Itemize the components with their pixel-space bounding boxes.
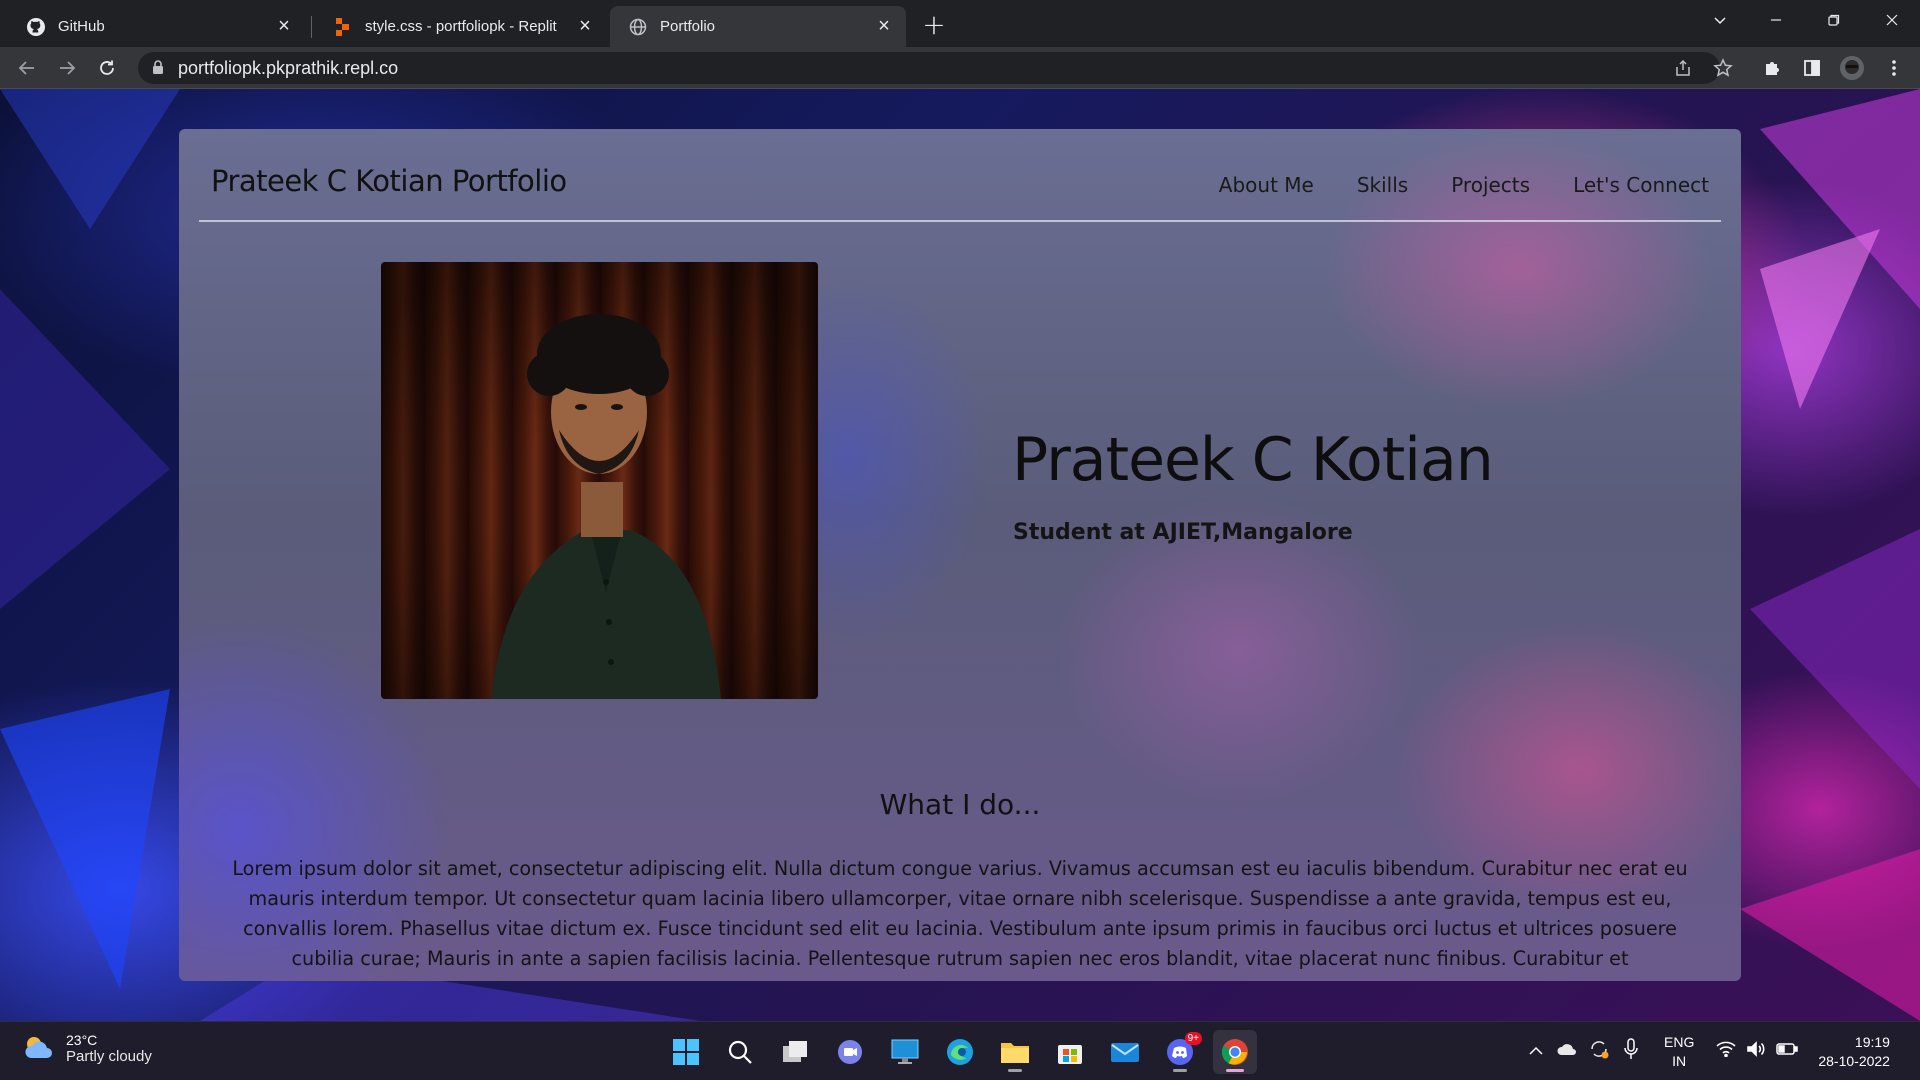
extensions-puzzle-icon[interactable] bbox=[1758, 54, 1786, 82]
system-tray: ENG IN 19:19 28-10-2022 bbox=[1528, 1022, 1890, 1080]
profile-avatar[interactable] bbox=[1838, 54, 1866, 82]
edge-icon[interactable] bbox=[938, 1030, 982, 1074]
close-window-icon[interactable] bbox=[1864, 0, 1920, 40]
region-code: IN bbox=[1672, 1052, 1687, 1069]
address-bar[interactable]: portfoliopk.pkprathik.repl.co bbox=[138, 52, 1720, 84]
globe-icon bbox=[628, 17, 648, 37]
close-tab-icon[interactable]: × bbox=[274, 15, 294, 37]
reload-icon[interactable] bbox=[90, 51, 124, 85]
portfolio-card: Prateek C Kotian Portfolio About Me Skil… bbox=[179, 129, 1741, 981]
replit-icon bbox=[333, 17, 353, 37]
partly-cloudy-icon bbox=[22, 1033, 54, 1065]
close-tab-icon[interactable]: × bbox=[575, 15, 595, 37]
wifi-icon[interactable] bbox=[1716, 1041, 1736, 1062]
back-arrow-icon[interactable] bbox=[10, 51, 44, 85]
start-icon[interactable] bbox=[664, 1030, 708, 1074]
desktop-app-icon[interactable] bbox=[883, 1030, 927, 1074]
close-tab-icon[interactable]: × bbox=[874, 15, 894, 37]
mail-icon[interactable] bbox=[1103, 1030, 1147, 1074]
onedrive-cloud-icon[interactable] bbox=[1556, 1042, 1578, 1061]
clock-time: 19:19 bbox=[1854, 1033, 1890, 1050]
tab-github[interactable]: GitHub × bbox=[8, 6, 306, 47]
nav-projects[interactable]: Projects bbox=[1451, 173, 1530, 197]
tab-label: style.css - portfoliopk - Replit bbox=[365, 18, 557, 35]
language-indicator[interactable]: ENG IN bbox=[1664, 1033, 1694, 1071]
chat-icon[interactable] bbox=[828, 1030, 872, 1074]
clock[interactable]: 19:19 28-10-2022 bbox=[1818, 1033, 1890, 1071]
browser-toolbar: portfoliopk.pkprathik.repl.co bbox=[0, 47, 1920, 89]
bookmark-star-icon[interactable] bbox=[1709, 54, 1737, 82]
share-icon[interactable] bbox=[1669, 54, 1697, 82]
tab-label: Portfolio bbox=[660, 18, 716, 35]
chevron-up-icon[interactable] bbox=[1528, 1043, 1544, 1061]
volume-icon[interactable] bbox=[1746, 1041, 1766, 1062]
store-icon[interactable] bbox=[1048, 1030, 1092, 1074]
clock-date: 28-10-2022 bbox=[1818, 1052, 1890, 1069]
search-icon[interactable] bbox=[718, 1030, 762, 1074]
side-panel-icon[interactable] bbox=[1798, 54, 1826, 82]
tab-separator bbox=[311, 16, 312, 38]
minimize-icon[interactable] bbox=[1748, 0, 1804, 40]
nav-lets-connect[interactable]: Let's Connect bbox=[1573, 173, 1709, 197]
weather-widget[interactable]: 23°C Partly cloudy bbox=[22, 1032, 152, 1065]
nav-links: About Me Skills Projects Let's Connect bbox=[1219, 173, 1709, 197]
weather-condition: Partly cloudy bbox=[66, 1048, 152, 1065]
section-text: Lorem ipsum dolor sit amet, consectetur … bbox=[232, 857, 1688, 970]
lock-icon[interactable] bbox=[152, 59, 164, 78]
browser-tab-strip: GitHub × style.css - portfoliopk - Repli… bbox=[0, 0, 1920, 47]
hero-name: Prateek C Kotian bbox=[1012, 425, 1494, 495]
tab-replit[interactable]: style.css - portfoliopk - Replit × bbox=[315, 6, 607, 47]
discord-icon[interactable]: 9+ bbox=[1158, 1030, 1202, 1074]
file-explorer-icon[interactable] bbox=[993, 1030, 1037, 1074]
navbar: Prateek C Kotian Portfolio About Me Skil… bbox=[199, 129, 1721, 222]
microphone-icon[interactable] bbox=[1624, 1038, 1638, 1065]
hero-subtitle: Student at AJIET,Mangalore bbox=[1013, 520, 1353, 545]
nav-about-me[interactable]: About Me bbox=[1219, 173, 1314, 197]
notification-badge: 9+ bbox=[1184, 1032, 1202, 1045]
battery-icon[interactable] bbox=[1776, 1042, 1799, 1061]
page-viewport: Prateek C Kotian Portfolio About Me Skil… bbox=[0, 89, 1920, 1021]
section-title: What I do... bbox=[879, 788, 1041, 821]
chrome-icon[interactable] bbox=[1213, 1030, 1257, 1074]
sync-icon[interactable] bbox=[1588, 1038, 1610, 1065]
new-tab-button[interactable]: + bbox=[918, 8, 950, 41]
tab-portfolio[interactable]: Portfolio × bbox=[610, 6, 906, 47]
profile-photo bbox=[381, 262, 818, 699]
restore-icon[interactable] bbox=[1806, 0, 1862, 40]
language-code: ENG bbox=[1664, 1033, 1695, 1050]
url-text: portfoliopk.pkprathik.repl.co bbox=[178, 57, 399, 78]
forward-arrow-icon[interactable] bbox=[50, 51, 84, 85]
tab-label: GitHub bbox=[58, 18, 105, 35]
brand-title[interactable]: Prateek C Kotian Portfolio bbox=[211, 164, 567, 198]
github-icon bbox=[26, 17, 46, 37]
nav-skills[interactable]: Skills bbox=[1357, 173, 1408, 197]
tab-search-icon[interactable] bbox=[1692, 0, 1748, 40]
weather-temp: 23°C bbox=[66, 1032, 98, 1048]
task-view-icon[interactable] bbox=[773, 1030, 817, 1074]
windows-taskbar: 23°C Partly cloudy 9+ ENG IN 19:19 28-10… bbox=[0, 1021, 1920, 1080]
more-menu-icon[interactable] bbox=[1880, 54, 1908, 82]
